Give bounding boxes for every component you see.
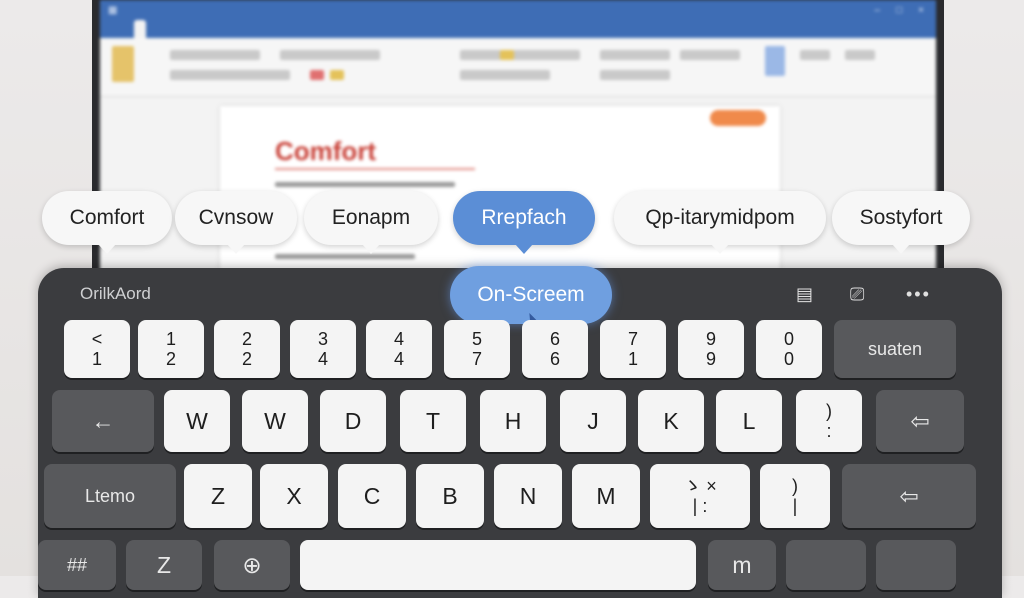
key[interactable]: K	[638, 390, 704, 452]
on-screen-keyboard: OrilkAord On-Screem ▤ ⎚ ••• <1 12 22 34 …	[38, 266, 1002, 598]
key[interactable]: X	[260, 464, 328, 528]
key[interactable]: 57	[444, 320, 510, 378]
suggestion-chip[interactable]: Qp-itarymidpom	[614, 191, 826, 254]
key[interactable]: W	[242, 390, 308, 452]
globe-icon[interactable]: ⊕	[214, 540, 290, 590]
key[interactable]: 44	[366, 320, 432, 378]
symbols-key[interactable]: ##	[38, 540, 116, 590]
text-line	[275, 182, 455, 187]
spacebar[interactable]	[300, 540, 696, 590]
key[interactable]: 00	[756, 320, 822, 378]
backspace-key[interactable]: ←	[52, 390, 154, 452]
key[interactable]: B	[416, 464, 484, 528]
key[interactable]: 22	[214, 320, 280, 378]
key[interactable]: H	[480, 390, 546, 452]
key[interactable]: Z	[126, 540, 202, 590]
window-controls: – □ ×	[875, 5, 936, 16]
key[interactable]: 99	[678, 320, 744, 378]
suggestion-chip[interactable]: Eonapm	[304, 191, 438, 254]
key[interactable]	[786, 540, 866, 590]
tab	[110, 20, 122, 38]
key[interactable]: J	[560, 390, 626, 452]
app-icon: ▦	[108, 4, 118, 16]
document-heading: Comfort	[275, 136, 377, 166]
heading-underline	[275, 168, 475, 170]
key[interactable]: m	[708, 540, 776, 590]
suggestion-chip[interactable]: Comfort	[42, 191, 172, 254]
key[interactable]: W	[164, 390, 230, 452]
key[interactable]: 71	[600, 320, 666, 378]
more-icon[interactable]: •••	[906, 284, 931, 305]
orange-tag	[710, 110, 766, 126]
key[interactable]: 12	[138, 320, 204, 378]
key[interactable]: L	[716, 390, 782, 452]
tab	[158, 20, 170, 38]
key[interactable]: M	[572, 464, 640, 528]
tab	[206, 20, 218, 38]
key[interactable]: D	[320, 390, 386, 452]
title-bar: ▦ – □ ×	[100, 0, 936, 20]
key[interactable]	[876, 540, 956, 590]
enter-key[interactable]: ⇦	[842, 464, 976, 528]
text-line	[275, 254, 415, 259]
key[interactable]: T	[400, 390, 466, 452]
key[interactable]: 34	[290, 320, 356, 378]
function-key[interactable]: Ltemo	[44, 464, 176, 528]
minimize-icon: –	[874, 4, 881, 16]
maximize-icon: □	[896, 4, 903, 16]
close-icon: ×	[918, 4, 924, 16]
clipboard-icon[interactable]: ▤	[796, 284, 813, 305]
ribbon	[100, 38, 936, 97]
key[interactable]: C	[338, 464, 406, 528]
key[interactable]: ゝ × | :	[650, 464, 750, 528]
key[interactable]: <1	[64, 320, 130, 378]
backspace-key[interactable]: ⇦	[876, 390, 964, 452]
suggestion-chip[interactable]: Cvnsow	[175, 191, 297, 254]
suggestion-chip[interactable]: Sostyfort	[832, 191, 970, 254]
ribbon-tabs	[100, 20, 936, 38]
key[interactable]: ) |	[760, 464, 830, 528]
tab	[182, 20, 194, 38]
key[interactable]: N	[494, 464, 562, 528]
key[interactable]: 66	[522, 320, 588, 378]
key[interactable]: ):	[796, 390, 862, 452]
suggestion-chip-selected[interactable]: Rrepfach	[453, 191, 595, 254]
tab-active	[134, 20, 146, 38]
key[interactable]: Z	[184, 464, 252, 528]
keyboard-title: OrilkAord	[80, 284, 151, 303]
screen-icon[interactable]: ⎚	[850, 284, 864, 305]
function-key[interactable]: suaten	[834, 320, 956, 378]
